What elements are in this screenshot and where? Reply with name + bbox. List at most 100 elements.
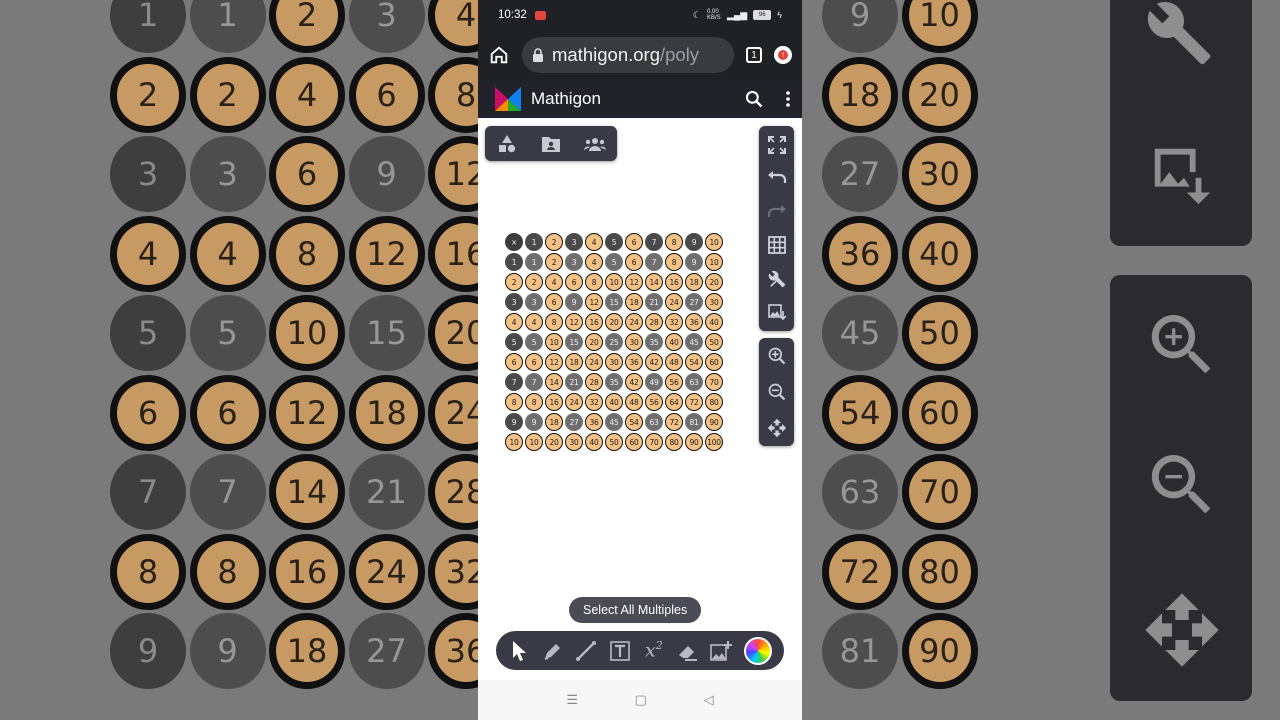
table-cell[interactable]: 24 xyxy=(665,293,683,311)
table-cell[interactable]: 54 xyxy=(625,413,643,431)
table-cell[interactable]: 18 xyxy=(625,293,643,311)
table-cell[interactable]: 18 xyxy=(545,413,563,431)
table-cell[interactable]: 100 xyxy=(705,433,723,451)
color-picker-icon[interactable] xyxy=(744,636,773,665)
table-cell[interactable]: 15 xyxy=(565,333,583,351)
table-cell[interactable]: 10 xyxy=(705,253,723,271)
table-cell[interactable]: 30 xyxy=(705,293,723,311)
nav-home-icon[interactable]: ▢ xyxy=(635,692,647,708)
table-cell[interactable]: 6 xyxy=(545,293,563,311)
table-cell[interactable]: 32 xyxy=(585,393,603,411)
table-cell[interactable]: 3 xyxy=(505,293,523,311)
table-cell[interactable]: 5 xyxy=(505,333,523,351)
table-cell[interactable]: 4 xyxy=(585,233,603,251)
table-cell[interactable]: 60 xyxy=(705,353,723,371)
back-icon[interactable]: ◁ xyxy=(704,692,714,708)
equation-tool-button[interactable]: x2 xyxy=(643,639,665,661)
table-cell[interactable]: 8 xyxy=(665,253,683,271)
table-cell[interactable]: 49 xyxy=(645,373,663,391)
table-cell[interactable]: 50 xyxy=(705,333,723,351)
table-cell[interactable]: 9 xyxy=(685,233,703,251)
table-cell[interactable]: 9 xyxy=(565,293,583,311)
table-cell[interactable]: 4 xyxy=(545,273,563,291)
table-cell[interactable]: 9 xyxy=(525,413,543,431)
table-cell[interactable]: 18 xyxy=(685,273,703,291)
table-cell[interactable]: 8 xyxy=(505,393,523,411)
table-cell[interactable]: 12 xyxy=(545,353,563,371)
table-cell[interactable]: 10 xyxy=(545,333,563,351)
table-cell[interactable]: 8 xyxy=(545,313,563,331)
table-cell[interactable]: 7 xyxy=(645,253,663,271)
table-cell[interactable]: 2 xyxy=(545,253,563,271)
table-cell[interactable]: 15 xyxy=(605,293,623,311)
table-cell[interactable]: 1 xyxy=(525,233,543,251)
lock-icon[interactable] xyxy=(532,48,544,62)
table-cell[interactable]: 20 xyxy=(585,333,603,351)
table-cell[interactable]: 2 xyxy=(505,273,523,291)
table-cell[interactable]: 70 xyxy=(645,433,663,451)
table-cell[interactable]: 3 xyxy=(565,253,583,271)
mathigon-logo[interactable] xyxy=(495,87,521,111)
table-cell[interactable]: 8 xyxy=(665,233,683,251)
text-tool-button[interactable] xyxy=(609,640,631,662)
table-cell[interactable]: 60 xyxy=(625,433,643,451)
table-cell[interactable]: 12 xyxy=(585,293,603,311)
table-cell[interactable]: 20 xyxy=(605,313,623,331)
table-cell[interactable]: 6 xyxy=(525,353,543,371)
line-tool-button[interactable] xyxy=(575,640,597,662)
table-cell[interactable]: 48 xyxy=(665,353,683,371)
zoom-out-button[interactable] xyxy=(766,381,788,403)
more-options-icon[interactable] xyxy=(786,91,790,107)
shapes-button[interactable] xyxy=(496,133,518,155)
table-cell[interactable]: 16 xyxy=(545,393,563,411)
tools-button[interactable] xyxy=(766,268,788,290)
table-cell[interactable]: 90 xyxy=(685,433,703,451)
table-cell[interactable]: 80 xyxy=(665,433,683,451)
table-cell[interactable]: 27 xyxy=(565,413,583,431)
table-cell[interactable]: 10 xyxy=(705,233,723,251)
table-cell[interactable]: 14 xyxy=(645,273,663,291)
table-cell[interactable]: 7 xyxy=(505,373,523,391)
table-cell[interactable]: 1 xyxy=(525,253,543,271)
table-cell[interactable]: 40 xyxy=(585,433,603,451)
table-cell[interactable]: 56 xyxy=(665,373,683,391)
class-button[interactable] xyxy=(584,133,606,155)
table-cell[interactable]: 9 xyxy=(685,253,703,271)
table-cell[interactable]: 8 xyxy=(585,273,603,291)
export-image-button[interactable] xyxy=(766,301,788,323)
table-cell[interactable]: 50 xyxy=(605,433,623,451)
table-cell[interactable]: 5 xyxy=(605,253,623,271)
table-cell[interactable]: 35 xyxy=(645,333,663,351)
home-icon[interactable] xyxy=(488,44,510,66)
table-cell[interactable]: 24 xyxy=(625,313,643,331)
table-cell[interactable]: 14 xyxy=(545,373,563,391)
move-tool-button[interactable] xyxy=(508,640,530,662)
table-cell[interactable]: 7 xyxy=(525,373,543,391)
table-cell[interactable]: 6 xyxy=(625,253,643,271)
tab-switcher-icon[interactable]: 1 xyxy=(746,47,762,63)
redo-button[interactable] xyxy=(766,201,788,223)
table-cell[interactable]: 16 xyxy=(585,313,603,331)
table-cell[interactable]: 2 xyxy=(525,273,543,291)
fullscreen-button[interactable] xyxy=(766,134,788,156)
eraser-tool-button[interactable] xyxy=(677,640,699,662)
table-cell[interactable]: 25 xyxy=(605,333,623,351)
files-button[interactable] xyxy=(540,133,562,155)
table-cell[interactable]: 10 xyxy=(605,273,623,291)
table-cell[interactable]: 28 xyxy=(585,373,603,391)
table-cell[interactable]: 6 xyxy=(625,233,643,251)
table-cell[interactable]: 40 xyxy=(605,393,623,411)
pan-button[interactable] xyxy=(766,417,788,439)
table-cell[interactable]: 40 xyxy=(665,333,683,351)
table-cell[interactable]: 4 xyxy=(525,313,543,331)
table-cell[interactable]: 3 xyxy=(565,233,583,251)
table-cell[interactable]: 7 xyxy=(645,233,663,251)
table-cell[interactable]: 90 xyxy=(705,413,723,431)
table-cell[interactable]: 32 xyxy=(665,313,683,331)
table-cell[interactable]: × xyxy=(505,233,523,251)
table-cell[interactable]: 80 xyxy=(705,393,723,411)
table-cell[interactable]: 36 xyxy=(685,313,703,331)
table-cell[interactable]: 54 xyxy=(685,353,703,371)
select-all-multiples-button[interactable]: Select All Multiples xyxy=(569,597,702,623)
table-cell[interactable]: 56 xyxy=(645,393,663,411)
